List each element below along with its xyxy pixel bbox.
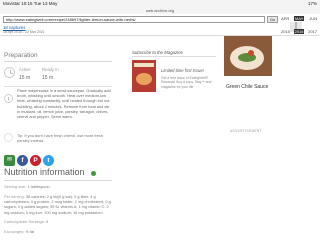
ios-status-bar: Movistar 10:15 Tue 13 May 17% <box>0 0 320 8</box>
share-buttons: f P t <box>4 155 54 167</box>
offer-text: Get a free issue of EatingWell® Rewards!… <box>161 76 212 89</box>
divider <box>132 56 216 57</box>
divider <box>4 86 112 87</box>
status-carrier-time: Movistar 10:15 Tue 13 May <box>3 1 58 6</box>
year-prev[interactable]: 2015 <box>281 29 290 34</box>
ready-time: Ready In 15 m <box>42 67 59 81</box>
month-next[interactable]: JUN <box>309 16 317 21</box>
twitter-share-icon[interactable]: t <box>43 155 54 166</box>
advertisement-label: ADVERTISEMENT <box>230 129 262 133</box>
divider <box>4 180 112 181</box>
recipe-times: Active 15 m Ready In 15 m <box>4 67 112 84</box>
info-dot-icon[interactable] <box>91 171 96 176</box>
month-current: MAY <box>294 16 305 21</box>
advertisement[interactable]: Green Chile Sauce <box>224 36 272 126</box>
active-time: Active 15 m <box>19 67 31 81</box>
month-prev[interactable]: APR <box>281 16 289 21</box>
wayback-go-button[interactable]: Go <box>267 16 278 23</box>
battery-indicator: 17% <box>307 1 317 6</box>
carb-servings: Carbohydrate Servings: 0 <box>4 219 49 224</box>
year-next[interactable]: 2017 <box>308 29 317 34</box>
nutrition-heading: Nutrition information <box>4 167 85 177</box>
subscribe-heading[interactable]: Subscribe to the Magazine <box>132 50 183 55</box>
wayback-url-input[interactable]: http://www.eatingwell.com/recipe/248697/… <box>3 16 265 23</box>
wayback-years: 2015 2016 2017 <box>281 29 317 34</box>
per-serving: Per serving: 38 calories; 2 g fat(0 g sa… <box>4 194 111 215</box>
step-instructions: Place mayonnaise in a small saucepan. Gr… <box>17 88 111 120</box>
wayback-toolbar: http://www.eatingwell.com/recipe/248697/… <box>0 14 320 36</box>
divider <box>4 61 112 62</box>
step-number-badge: 1 <box>4 94 13 103</box>
preparation-heading: Preparation <box>4 52 38 59</box>
wayback-calendar[interactable]: APR MAY JUN 2015 2016 2017 <box>281 16 317 34</box>
tip-badge <box>4 133 13 142</box>
tip-text: Tip: If you don't have fresh chervil, us… <box>17 133 104 144</box>
wayback-months: APR MAY JUN <box>281 16 317 21</box>
year-current: 2016 <box>293 29 305 34</box>
wayback-date-range: 16 Apr 2016 - 22 Mar 2021 <box>3 30 45 34</box>
facebook-share-icon[interactable]: f <box>17 155 28 166</box>
email-share-icon[interactable] <box>4 155 15 166</box>
clock-icon <box>4 67 15 78</box>
exchanges: Exchanges: ½ fat <box>4 229 35 234</box>
ad-image[interactable] <box>224 36 272 76</box>
pinterest-share-icon[interactable]: P <box>30 155 41 166</box>
ad-title[interactable]: Green Chile Sauce <box>226 84 272 90</box>
serving-size: Serving size: 1 tablespoon <box>4 184 50 189</box>
magazine-cover-image[interactable] <box>132 60 156 92</box>
limited-time-offer[interactable]: Limited time first Issue! <box>161 68 217 73</box>
